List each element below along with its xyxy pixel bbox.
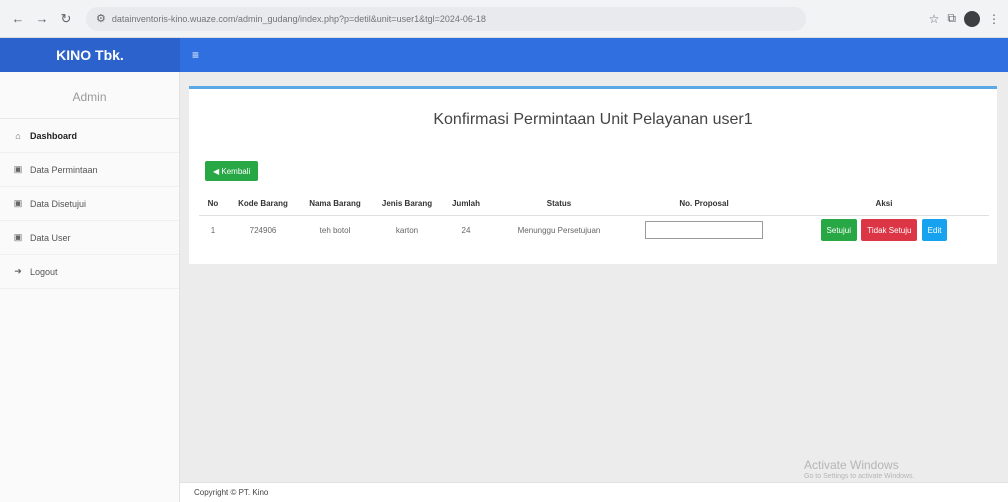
clipboard-icon: ▣ <box>13 164 23 174</box>
col-header-proposal: No. Proposal <box>629 193 779 216</box>
proposal-input[interactable] <box>645 221 763 240</box>
brand-logo[interactable]: KINO Tbk. <box>0 38 180 72</box>
sidebar-item-data-user[interactable]: ▣ Data User <box>0 221 179 255</box>
sidebar-item-dashboard[interactable]: ⌂ Dashboard <box>0 119 179 153</box>
cell-jumlah: 24 <box>461 225 471 235</box>
user-icon: ▣ <box>13 232 23 242</box>
sidebar-item-label: Logout <box>30 266 58 277</box>
sidebar-item-label: Data User <box>30 232 71 243</box>
col-header-status: Status <box>489 193 629 216</box>
edit-button[interactable]: Edit <box>921 219 948 242</box>
sidebar: Admin ⌂ Dashboard ▣ Data Permintaan ▣ Da… <box>0 72 180 482</box>
col-header-jenis: Jenis Barang <box>371 193 443 216</box>
table-header-row: No Kode Barang Nama Barang Jenis Barang … <box>199 193 989 216</box>
reject-button[interactable]: Tidak Setuju <box>861 219 918 242</box>
sidebar-footer <box>0 482 180 502</box>
col-header-kode: Kode Barang <box>227 193 299 216</box>
cell-status: Menunggu Persetujuan <box>517 225 601 235</box>
main-content: Konfirmasi Permintaan Unit Pelayanan use… <box>180 72 1008 482</box>
watermark-subtitle: Go to Settings to activate Windows. <box>804 473 915 480</box>
copyright-text: Copyright © PT. Kino <box>194 488 269 497</box>
cell-actions: Setujui Tidak Setuju Edit <box>779 215 989 245</box>
address-bar[interactable]: ⚙ datainventoris-kino.wuaze.com/admin_gu… <box>86 6 806 31</box>
back-button[interactable]: ◀ Kembali <box>205 161 259 181</box>
menu-icon[interactable]: ⋮ <box>988 12 1000 26</box>
table-row: 1 724906 teh botol karton 24 Menunggu Pe… <box>199 215 989 245</box>
cell-nama: teh botol <box>319 225 351 235</box>
hamburger-icon[interactable]: ≡ <box>192 48 199 62</box>
sidebar-item-label: Dashboard <box>30 130 78 141</box>
reload-icon[interactable]: ↻ <box>56 9 76 29</box>
confirmation-card: Konfirmasi Permintaan Unit Pelayanan use… <box>189 86 997 264</box>
col-header-nama: Nama Barang <box>299 193 371 216</box>
cell-kode: 724906 <box>249 225 277 235</box>
page-title: Konfirmasi Permintaan Unit Pelayanan use… <box>433 111 753 128</box>
col-header-aksi: Aksi <box>779 193 989 216</box>
clipboard-check-icon: ▣ <box>13 198 23 208</box>
back-icon[interactable]: ← <box>8 9 28 29</box>
profile-icon[interactable] <box>964 10 980 27</box>
site-settings-icon[interactable]: ⚙ <box>96 12 106 25</box>
sidebar-item-label: Data Permintaan <box>30 164 98 175</box>
sidebar-item-logout[interactable]: ➜ Logout <box>0 255 179 289</box>
col-header-jumlah: Jumlah <box>443 193 489 216</box>
cell-no: 1 <box>210 225 216 235</box>
watermark-title: Activate Windows <box>804 458 899 472</box>
home-icon: ⌂ <box>15 130 21 141</box>
user-role: Admin <box>0 72 179 119</box>
top-navbar: KINO Tbk. ≡ <box>0 38 1008 72</box>
page-footer: Copyright © PT. Kino <box>180 482 1008 502</box>
star-icon[interactable]: ☆ <box>929 12 940 26</box>
col-header-no: No <box>199 193 227 216</box>
url-text: datainventoris-kino.wuaze.com/admin_guda… <box>111 13 486 24</box>
logout-icon: ➜ <box>14 266 22 276</box>
cell-jenis: karton <box>395 225 419 235</box>
sidebar-item-label: Data Disetujui <box>30 198 87 209</box>
sidebar-item-data-disetujui[interactable]: ▣ Data Disetujui <box>0 187 179 221</box>
activation-watermark: Activate Windows Go to Settings to activ… <box>804 458 915 480</box>
forward-icon[interactable]: → <box>32 9 52 29</box>
request-table: No Kode Barang Nama Barang Jenis Barang … <box>199 193 989 245</box>
sidebar-item-data-permintaan[interactable]: ▣ Data Permintaan <box>0 153 179 187</box>
approve-button[interactable]: Setujui <box>820 219 858 242</box>
extensions-icon[interactable]: ⧉ <box>947 11 956 26</box>
browser-toolbar: ← → ↻ ⚙ datainventoris-kino.wuaze.com/ad… <box>0 0 1008 38</box>
cell-proposal <box>629 215 779 245</box>
